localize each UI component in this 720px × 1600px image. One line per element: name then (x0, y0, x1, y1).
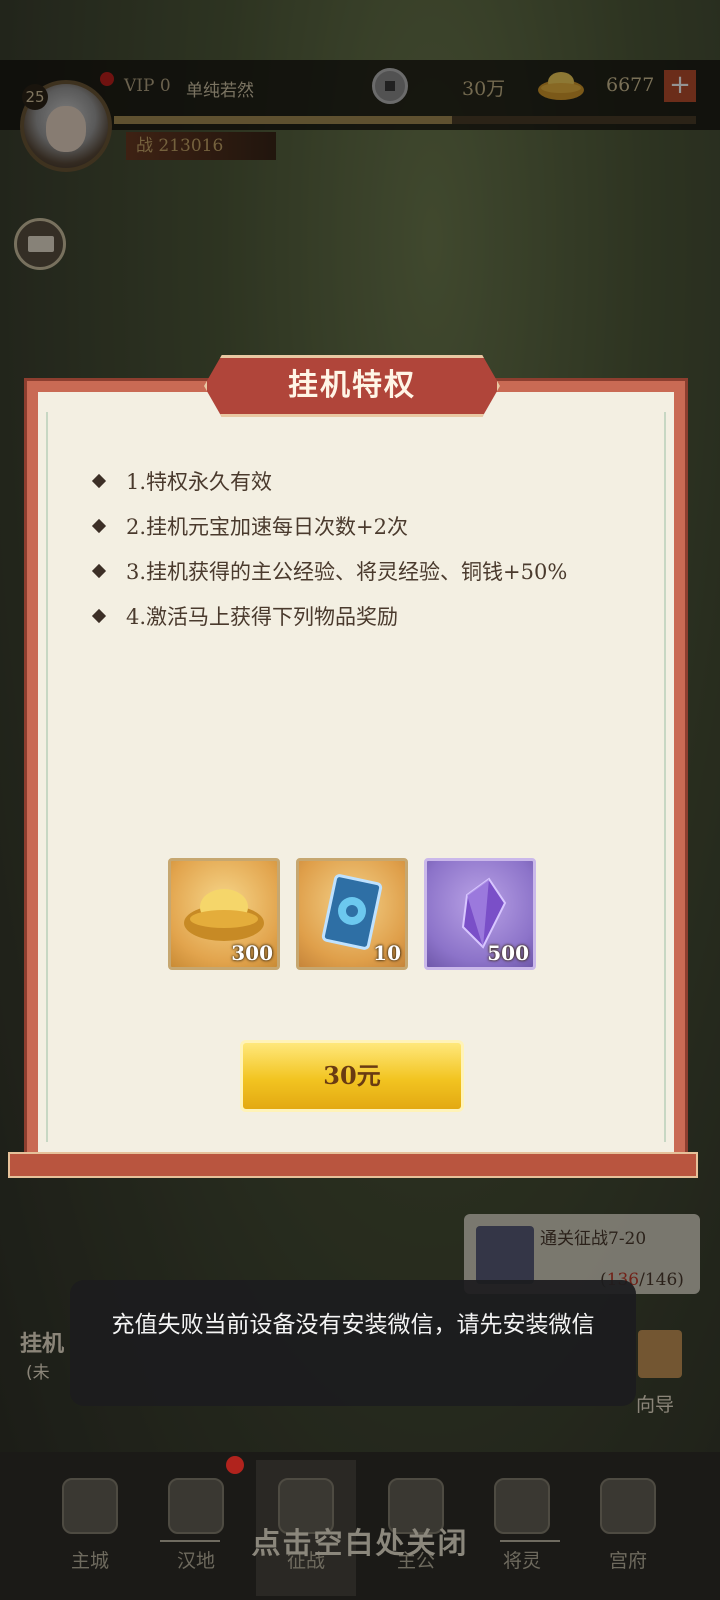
privilege-list: 1.特权永久有效 2.挂机元宝加速每日次数+2次 3.挂机获得的主公经验、将灵经… (90, 458, 650, 638)
bullet-diamond-icon (91, 608, 107, 623)
list-item: 3.挂机获得的主公经验、将灵经验、铜钱+50% (90, 548, 650, 593)
modal-title: 挂机特权 (288, 368, 416, 403)
reward-blue-card[interactable]: 10 (296, 858, 408, 970)
modal-bottom-scroll (8, 1152, 698, 1178)
privilege-text: 3.挂机获得的主公经验、将灵经验、铜钱+50% (126, 559, 568, 584)
privilege-text: 1.特权永久有效 (126, 469, 273, 494)
list-item: 1.特权永久有效 (90, 458, 650, 503)
reward-qty: 500 (487, 941, 529, 965)
toast-message: 充值失败当前设备没有安装微信，请先安装微信 (70, 1280, 636, 1406)
reward-purple-crystal[interactable]: 500 (424, 858, 536, 970)
privilege-text: 2.挂机元宝加速每日次数+2次 (126, 514, 408, 539)
reward-qty: 10 (373, 941, 401, 965)
bullet-diamond-icon (91, 563, 107, 578)
list-item: 2.挂机元宝加速每日次数+2次 (90, 503, 650, 548)
reward-gold-ingot[interactable]: 300 (168, 858, 280, 970)
reward-qty: 300 (231, 941, 273, 965)
close-hint[interactable]: 点击空白处关闭 (0, 1520, 720, 1562)
bullet-diamond-icon (91, 473, 107, 488)
bullet-diamond-icon (91, 518, 107, 533)
list-item: 4.激活马上获得下列物品奖励 (90, 593, 650, 638)
purchase-button[interactable]: 30元 (240, 1040, 464, 1112)
privilege-text: 4.激活马上获得下列物品奖励 (126, 604, 399, 629)
